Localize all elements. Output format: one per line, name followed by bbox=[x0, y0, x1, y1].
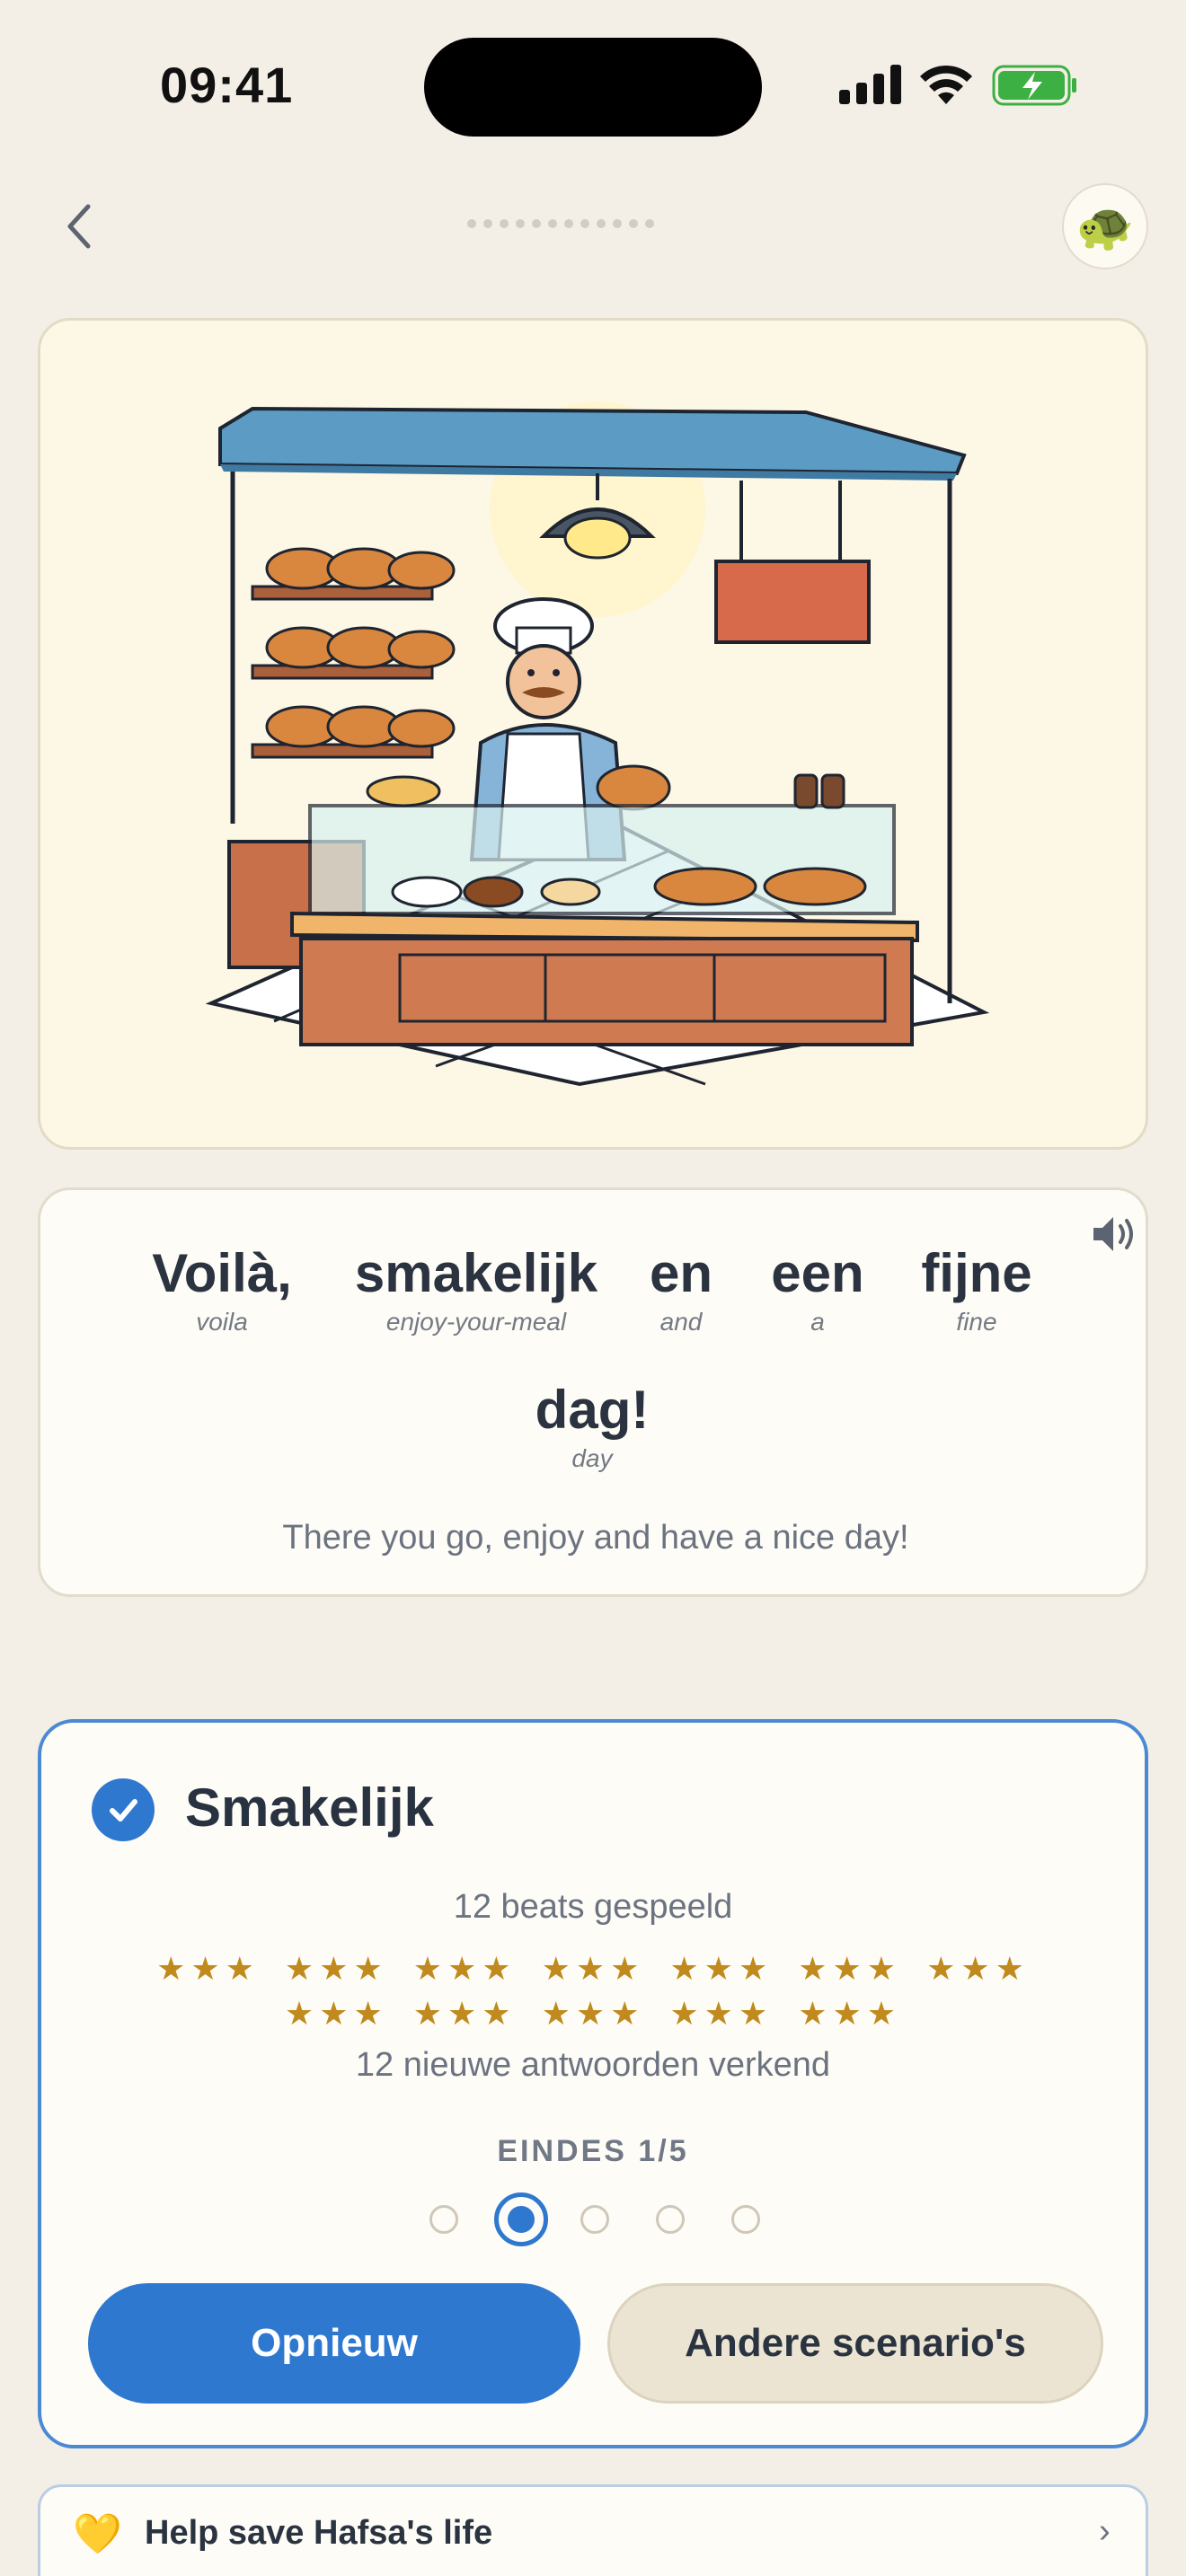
other-scenarios-button[interactable]: Andere scenario's bbox=[607, 2283, 1103, 2404]
star-group: ★★★ bbox=[541, 1995, 645, 2032]
star-group: ★★★ bbox=[412, 1950, 517, 1987]
scene-illustration bbox=[38, 318, 1148, 1150]
banner-label: Help save Hafsa's life bbox=[145, 2514, 493, 2552]
speaker-icon[interactable] bbox=[1090, 1213, 1138, 1255]
stars-row: ★★★ ★★★ ★★★ ★★★ ★★★ bbox=[41, 1994, 1145, 2033]
endings-selector bbox=[41, 2190, 1145, 2249]
star-group: ★★★ bbox=[669, 1950, 774, 1987]
ending-radio-3[interactable] bbox=[580, 2205, 609, 2234]
phrase-word[interactable]: smakelijk enjoy-your-meal bbox=[346, 1242, 606, 1337]
translation-text: There you go, enjoy and have a nice day! bbox=[282, 1519, 909, 1557]
check-icon bbox=[92, 1778, 155, 1841]
beats-played-text: 12 beats gespeeld bbox=[453, 1888, 733, 1926]
phrase-card: Voilà, voila smakelijk enjoy-your-meal e… bbox=[38, 1187, 1148, 1597]
star-group: ★★★ bbox=[926, 1950, 1030, 1987]
back-button[interactable] bbox=[54, 198, 104, 255]
retry-button[interactable]: Opnieuw bbox=[88, 2283, 580, 2404]
help-banner[interactable]: 💛 Help save Hafsa's life › bbox=[38, 2484, 1148, 2576]
stars-row: ★★★ ★★★ ★★★ ★★★ ★★★ ★★★ ★★★ bbox=[41, 1949, 1145, 1989]
ending-radio-4[interactable] bbox=[656, 2205, 685, 2234]
phrase-word[interactable]: Voilà, voila bbox=[141, 1242, 303, 1337]
star-group: ★★★ bbox=[669, 1995, 774, 2032]
star-group: ★★★ bbox=[541, 1950, 645, 1987]
battery-charging-icon bbox=[992, 65, 1076, 106]
phrase-word[interactable]: dag! day bbox=[520, 1379, 664, 1473]
avatar-button[interactable]: 🐢 bbox=[1062, 183, 1148, 269]
phrase-word[interactable]: fijne fine bbox=[905, 1242, 1049, 1337]
wifi-icon bbox=[920, 65, 972, 104]
status-bar: 09:41 bbox=[0, 0, 1186, 171]
turtle-icon: 🐢 bbox=[1075, 200, 1135, 253]
star-group: ★★★ bbox=[798, 1995, 902, 2032]
star-group: ★★★ bbox=[798, 1950, 902, 1987]
ending-radio-5[interactable] bbox=[731, 2205, 760, 2234]
chevron-left-icon bbox=[67, 204, 91, 249]
star-group: ★★★ bbox=[412, 1995, 517, 2032]
bakery-illustration bbox=[205, 401, 990, 1087]
endings-label: EINDES 1/5 bbox=[497, 2134, 689, 2168]
result-card: Smakelijk 12 beats gespeeld ★★★ ★★★ ★★★ … bbox=[38, 1719, 1148, 2448]
answers-explored-text: 12 nieuwe antwoorden verkend bbox=[355, 2046, 831, 2084]
star-group: ★★★ bbox=[284, 1950, 388, 1987]
ending-radio-2[interactable] bbox=[494, 2192, 548, 2246]
cellular-signal-icon bbox=[839, 65, 901, 104]
phrase-word[interactable]: een a bbox=[759, 1242, 876, 1337]
result-title: Smakelijk bbox=[185, 1778, 434, 1838]
star-group: ★★★ bbox=[284, 1995, 388, 2032]
chevron-right-icon: › bbox=[1099, 2512, 1111, 2550]
star-group: ★★★ bbox=[156, 1950, 260, 1987]
dynamic-island bbox=[424, 38, 762, 137]
status-time: 09:41 bbox=[160, 57, 294, 113]
heart-icon: 💛 bbox=[73, 2512, 122, 2556]
ending-radio-1[interactable] bbox=[429, 2205, 458, 2234]
phrase-word[interactable]: en and bbox=[641, 1242, 721, 1337]
progress-dots bbox=[467, 219, 719, 232]
